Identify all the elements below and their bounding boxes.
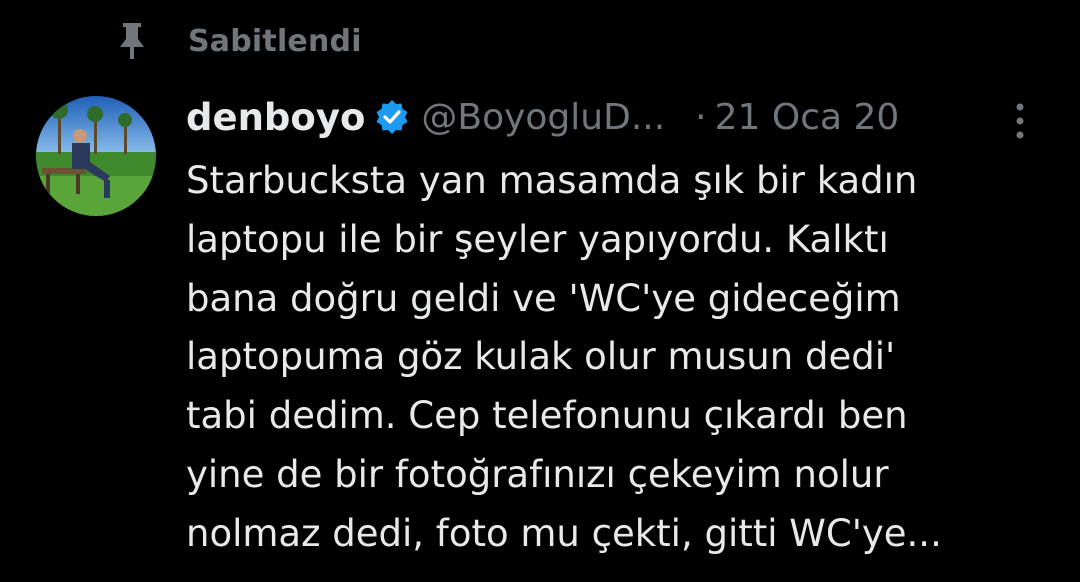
more-options-icon[interactable]: [1008, 101, 1032, 141]
avatar[interactable]: [36, 96, 156, 216]
tweet-text: Starbucksta yan masamda şık bir kadın la…: [186, 159, 942, 555]
timestamp[interactable]: 21 Oca 20: [715, 97, 900, 138]
pinned-label: Sabitlendi: [188, 23, 362, 59]
separator-dot: ·: [695, 96, 707, 138]
pinned-indicator: Sabitlendi: [114, 18, 362, 64]
user-handle[interactable]: @BoyogluD...: [421, 97, 665, 138]
pin-icon: [114, 21, 150, 61]
verified-badge-icon[interactable]: [375, 100, 409, 134]
display-name[interactable]: denboyo: [186, 96, 365, 139]
tweet-header: denboyo @BoyogluD... · 21 Oca 20: [186, 92, 1046, 142]
